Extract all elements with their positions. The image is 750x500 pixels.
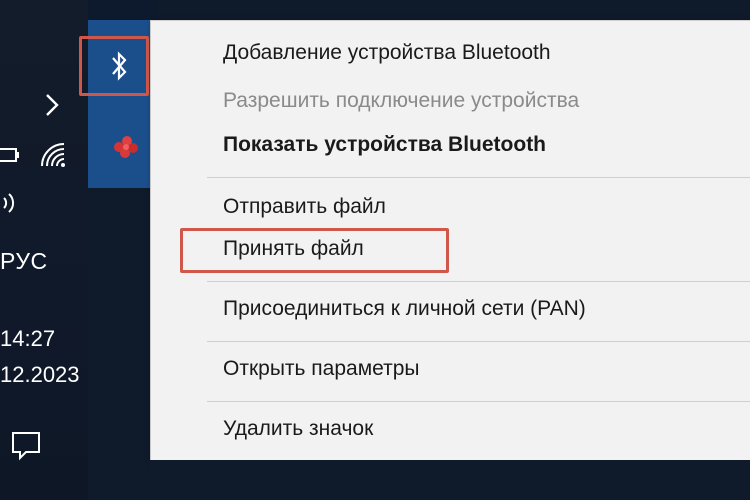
menu-item-send-file[interactable]: Отправить файл — [223, 195, 386, 219]
menu-item-add-device[interactable]: Добавление устройства Bluetooth — [223, 41, 551, 65]
wifi-icon[interactable] — [38, 140, 70, 170]
desktop-background — [88, 0, 158, 20]
volume-icon[interactable] — [0, 190, 22, 216]
language-indicator[interactable]: РУС — [0, 248, 48, 275]
clock-time[interactable]: 14:27 — [0, 326, 55, 352]
desktop-background — [150, 460, 750, 500]
menu-separator — [207, 281, 750, 282]
chevron-right-icon[interactable] — [40, 90, 64, 120]
menu-separator — [207, 341, 750, 342]
menu-item-remove-icon[interactable]: Удалить значок — [223, 417, 373, 441]
notification-icon[interactable] — [10, 430, 42, 462]
menu-item-allow-connection[interactable]: Разрешить подключение устройства — [223, 89, 579, 113]
menu-separator — [207, 401, 750, 402]
clock-date[interactable]: 12.2023 — [0, 362, 80, 388]
menu-separator — [207, 177, 750, 178]
receive-file-highlight — [180, 228, 449, 273]
red-app-icon[interactable] — [110, 132, 142, 162]
menu-item-join-pan[interactable]: Присоединиться к личной сети (PAN) — [223, 297, 586, 321]
battery-icon[interactable] — [0, 146, 22, 164]
menu-item-open-settings[interactable]: Открыть параметры — [223, 357, 420, 381]
bluetooth-icon-highlight — [79, 36, 149, 96]
menu-item-show-devices[interactable]: Показать устройства Bluetooth — [223, 133, 546, 157]
taskbar: РУС 14:27 12.2023 — [0, 0, 88, 500]
